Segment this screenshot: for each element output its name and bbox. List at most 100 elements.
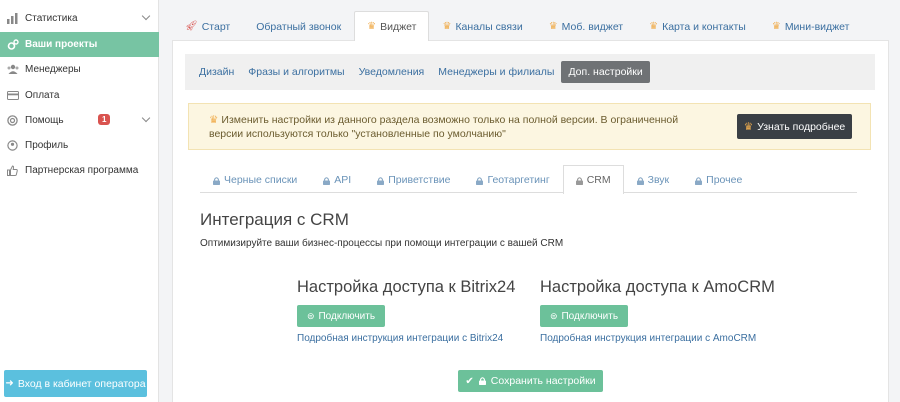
lock-icon bbox=[377, 176, 385, 185]
sign-in-icon: ➜ bbox=[5, 378, 14, 389]
tab-sound[interactable]: Звук bbox=[624, 165, 683, 193]
sidebar-item-label: Партнерская программа bbox=[25, 165, 139, 176]
sidebar-item-label: Ваши проекты bbox=[25, 39, 98, 50]
save-settings-label: Сохранить настройки bbox=[490, 375, 596, 387]
lock-icon bbox=[476, 176, 484, 185]
amocrm-title: Настройка доступа к AmoCRM bbox=[540, 278, 775, 296]
tab-label: Моб. виджет bbox=[561, 20, 624, 33]
amocrm-connect-button[interactable]: ⊜ Подключить bbox=[540, 305, 628, 327]
crown-icon: ♛ bbox=[771, 21, 781, 32]
tab-label: Обратный звонок bbox=[256, 20, 342, 33]
card-icon bbox=[6, 89, 19, 102]
sidebar-item-label: Менеджеры bbox=[25, 64, 81, 75]
sidebar-item-payment[interactable]: Оплата bbox=[0, 83, 159, 108]
settings-tabs: Черные списки API Приветствие Геотаргети… bbox=[200, 165, 857, 194]
tab-mobile-widget[interactable]: ♛ Моб. виджет bbox=[536, 11, 636, 41]
subnav-managers-branches[interactable]: Менеджеры и филиалы bbox=[431, 61, 561, 83]
tab-callback[interactable]: Обратный звонок bbox=[243, 11, 354, 41]
sidebar-item-label: Помощь bbox=[25, 115, 64, 126]
sidebar-item-projects[interactable]: Ваши проекты bbox=[0, 32, 159, 57]
lock-icon bbox=[575, 177, 583, 185]
sidebar-item-label: Статистика bbox=[25, 13, 78, 24]
check-icon: ✔ bbox=[465, 375, 474, 387]
tab-crm[interactable]: CRM bbox=[562, 165, 624, 194]
tab-map-contacts[interactable]: ♛ Карта и контакты bbox=[636, 11, 759, 41]
limited-version-alert: ♛ Изменить настройки из данного раздела в… bbox=[188, 103, 871, 150]
sidebar-item-label: Профиль bbox=[25, 140, 69, 151]
tab-blacklists[interactable]: Черные списки bbox=[200, 165, 310, 193]
chevron-down-icon bbox=[141, 11, 151, 21]
sidebar: Статистика Ваши проекты Менеджеры Оплата… bbox=[0, 0, 159, 402]
tab-other[interactable]: Прочее bbox=[682, 165, 755, 193]
connect-label: Подключить bbox=[318, 310, 376, 322]
user-icon bbox=[6, 139, 19, 152]
subnav-extra-settings[interactable]: Доп. настройки bbox=[561, 61, 650, 83]
subnav-notifications[interactable]: Уведомления bbox=[352, 61, 432, 83]
section-description: Оптимизируйте ваши бизнес-процессы при п… bbox=[200, 238, 564, 249]
tab-api[interactable]: API bbox=[310, 165, 364, 193]
bitrix24-connect-button[interactable]: ⊜ Подключить bbox=[297, 305, 385, 327]
tab-channels[interactable]: ♛ Каналы связи bbox=[429, 11, 535, 41]
lock-icon bbox=[636, 176, 644, 185]
gears-icon bbox=[6, 38, 19, 51]
sidebar-item-partner[interactable]: Партнерская программа bbox=[0, 158, 159, 183]
chart-icon bbox=[6, 12, 19, 25]
tab-label: Карта и контакты bbox=[662, 20, 746, 33]
tab-geotargeting[interactable]: Геотаргетинг bbox=[463, 165, 562, 193]
connect-icon: ⊜ bbox=[549, 310, 558, 321]
crown-icon: ♛ bbox=[209, 114, 219, 126]
lock-icon bbox=[323, 176, 331, 185]
subnav-design[interactable]: Дизайн bbox=[192, 61, 241, 83]
tab-label: Черные списки bbox=[224, 173, 298, 186]
crown-icon: ♛ bbox=[743, 120, 754, 133]
lifebuoy-icon bbox=[6, 114, 19, 127]
crown-icon: ♛ bbox=[548, 21, 558, 32]
tab-label: Прочее bbox=[706, 173, 743, 186]
operator-login-button[interactable]: ➜ Вход в кабинет оператора bbox=[4, 370, 147, 397]
sidebar-item-managers[interactable]: Менеджеры bbox=[0, 57, 159, 82]
sub-navigation: Дизайн Фразы и алгоритмы Уведомления Мен… bbox=[185, 54, 875, 90]
connect-icon: ⊜ bbox=[306, 310, 315, 321]
crown-icon: ♛ bbox=[649, 21, 659, 32]
tab-mini-widget[interactable]: ♛ Мини-виджет bbox=[759, 11, 863, 41]
bitrix24-title: Настройка доступа к Bitrix24 bbox=[297, 278, 516, 296]
tab-label: Старт bbox=[201, 20, 231, 33]
operator-login-label: Вход в кабинет оператора bbox=[17, 377, 146, 390]
section-title: Интеграция с CRM bbox=[200, 210, 349, 229]
tab-label: Мини-виджет bbox=[784, 20, 850, 33]
sidebar-item-profile[interactable]: Профиль bbox=[0, 133, 159, 158]
learn-more-label: Узнать подробнее bbox=[757, 120, 846, 133]
amocrm-block: Настройка доступа к AmoCRM ⊜ Подключить П… bbox=[540, 278, 775, 344]
rocket-icon: 🚀︎ bbox=[185, 21, 198, 32]
tab-label: Виджет bbox=[380, 20, 417, 33]
tab-start[interactable]: 🚀︎ Старт bbox=[172, 11, 243, 41]
learn-more-button[interactable]: ♛ Узнать подробнее bbox=[737, 114, 852, 139]
alert-text: Изменить настройки из данного раздела во… bbox=[209, 114, 679, 140]
tab-label: Каналы связи bbox=[455, 20, 523, 33]
tab-label: API bbox=[334, 173, 352, 186]
connect-label: Подключить bbox=[561, 310, 619, 322]
crown-icon: ♛ bbox=[367, 21, 377, 32]
tab-label: CRM bbox=[586, 174, 611, 186]
top-tabs: 🚀︎ Старт Обратный звонок ♛ Виджет ♛ Каналы … bbox=[172, 11, 862, 41]
sidebar-item-help[interactable]: Помощь 1 bbox=[0, 108, 159, 133]
thumbs-up-icon bbox=[6, 164, 19, 177]
sidebar-item-statistics[interactable]: Статистика bbox=[0, 6, 159, 31]
bitrix24-block: Настройка доступа к Bitrix24 ⊜ Подключить… bbox=[297, 278, 515, 344]
tab-greeting[interactable]: Приветствие bbox=[364, 165, 463, 193]
lock-icon bbox=[695, 176, 703, 185]
tab-label: Геотаргетинг bbox=[487, 173, 550, 186]
chevron-down-icon bbox=[141, 113, 151, 123]
subnav-phrases[interactable]: Фразы и алгоритмы bbox=[241, 61, 351, 83]
lock-icon bbox=[478, 377, 486, 385]
lock-icon bbox=[213, 176, 220, 185]
alert-text-wrap: ♛ Изменить настройки из данного раздела в… bbox=[209, 113, 679, 141]
sidebar-item-label: Оплата bbox=[25, 90, 60, 101]
users-icon bbox=[6, 63, 19, 76]
notification-badge: 1 bbox=[98, 114, 111, 125]
tab-widget[interactable]: ♛ Виджет bbox=[354, 11, 430, 41]
amocrm-instructions-link[interactable]: Подробная инструкция интеграции с AmoCRM bbox=[540, 333, 775, 344]
save-settings-button[interactable]: ✔ Сохранить настройки bbox=[458, 370, 603, 392]
tab-label: Звук bbox=[647, 173, 670, 186]
bitrix24-instructions-link[interactable]: Подробная инструкция интеграции с Bitrix… bbox=[297, 333, 515, 344]
